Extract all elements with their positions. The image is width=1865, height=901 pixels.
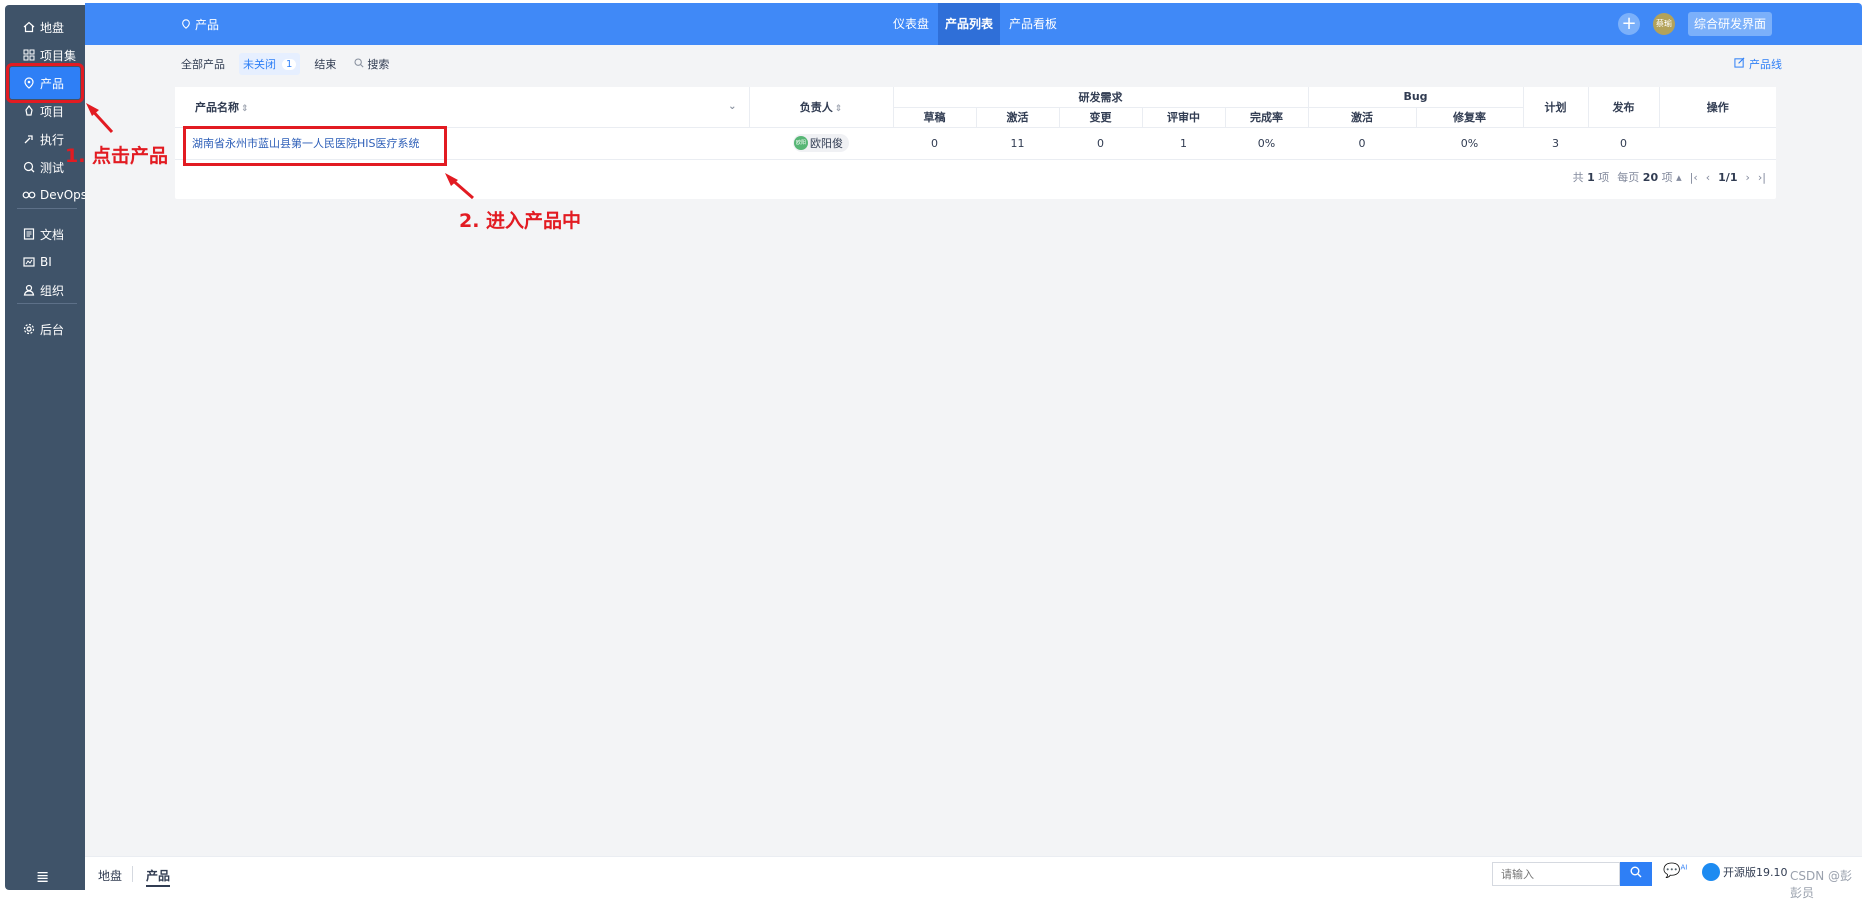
version-label: 开源版19.10 <box>1723 866 1788 879</box>
search-icon <box>1630 866 1642 881</box>
version-info[interactable]: 开源版19.10 <box>1702 863 1788 881</box>
ai-chat-icon[interactable]: 💬AI <box>1663 863 1687 879</box>
footer-bar: 地盘 产品 💬AI 开源版19.10 CSDN @彭彭员 <box>85 856 1862 900</box>
footer-crumb-product[interactable]: 产品 <box>146 867 171 887</box>
app-window: 地盘 项目集 产品 项目 执行 测试 DevOps 文档 BI 组织 后台 ≣ … <box>0 0 1865 900</box>
watermark: CSDN @彭彭员 <box>1790 869 1853 900</box>
annotation-step-2: 2. 进入产品中 <box>459 210 582 232</box>
search-input[interactable] <box>1492 862 1620 886</box>
zentao-logo-icon <box>1702 863 1720 881</box>
footer-crumb-dashboard[interactable]: 地盘 <box>98 867 122 884</box>
product-row-highlight <box>183 126 447 166</box>
search-button[interactable] <box>1620 862 1652 886</box>
annotation-step-1: 1. 点击产品 <box>65 145 169 167</box>
footer-divider <box>132 866 133 882</box>
